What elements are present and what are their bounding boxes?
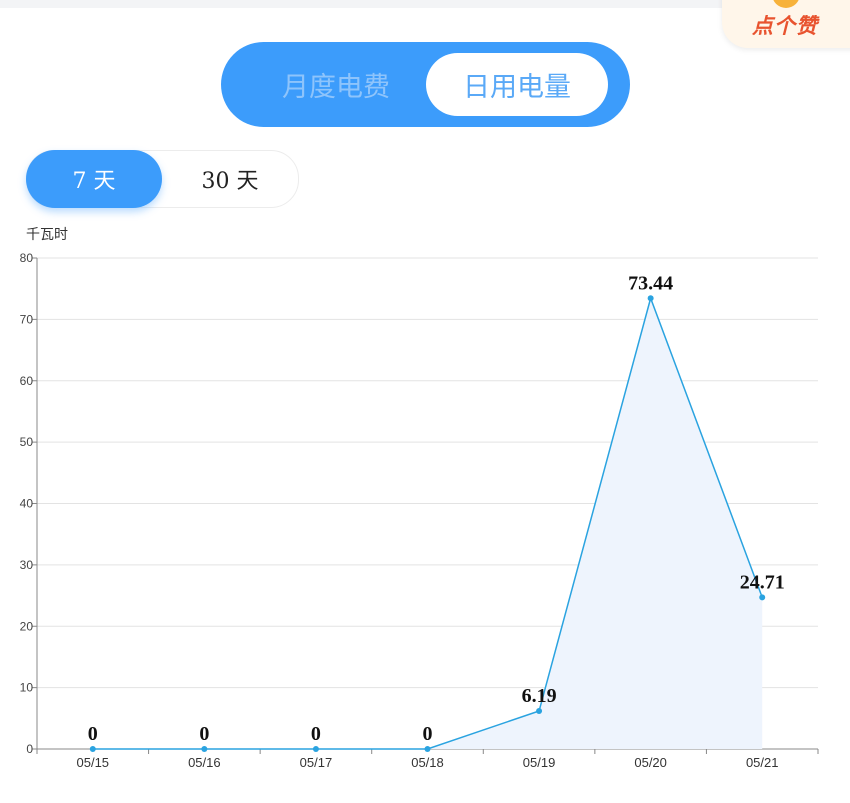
data-point [536,708,543,715]
x-tick-label: 05/18 [411,755,444,770]
data-point [201,746,208,752]
data-label: 0 [199,723,209,745]
x-tick-label: 05/17 [300,755,333,770]
y-tick-label: 0 [26,742,33,756]
x-tick-label: 05/19 [523,755,556,770]
usage-chart: 0 10 20 30 40 50 60 70 80 0 05/15 0 05/16 0 05/17 0 05/1… [20,251,819,770]
y-tick-label: 40 [20,497,34,511]
x-tick-label: 05/21 [746,755,779,770]
x-tick-label: 05/16 [188,755,221,770]
x-tick-label: 05/20 [634,755,667,770]
data-point [312,746,319,752]
data-point [89,746,96,752]
series-area [92,298,763,749]
data-label: 0 [88,723,98,745]
data-label: 73.44 [628,272,673,294]
y-tick-label: 10 [20,681,34,695]
data-point [647,295,654,302]
y-tick-label: 20 [20,619,34,633]
data-label: 0 [311,723,321,745]
data-label: 6.19 [522,685,557,707]
x-tick-label: 05/15 [77,755,110,770]
data-label: 0 [423,723,433,745]
y-tick-label: 60 [20,374,34,388]
data-label: 24.71 [740,571,785,593]
data-point [424,746,431,752]
y-tick-label: 70 [20,312,34,326]
y-tick-label: 80 [20,251,34,265]
data-point [759,594,766,601]
y-tick-label: 50 [20,435,34,449]
y-tick-label: 30 [20,558,34,572]
